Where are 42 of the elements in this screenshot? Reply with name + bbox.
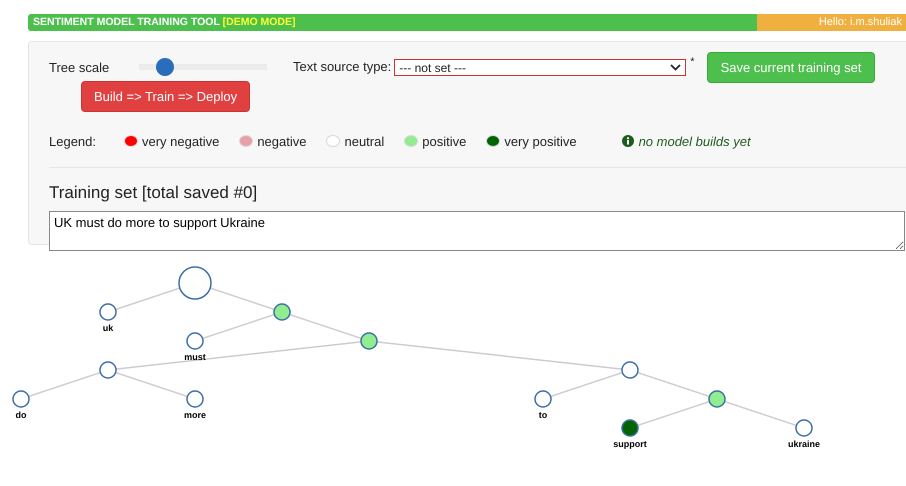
tree-node[interactable] bbox=[178, 266, 212, 300]
tree-node[interactable] bbox=[795, 419, 813, 437]
legend-text: very negative bbox=[142, 134, 220, 148]
legend-text: very positive bbox=[504, 134, 577, 148]
training-set-title: Training set [total saved #0] bbox=[49, 183, 258, 203]
tree-node[interactable] bbox=[534, 390, 552, 408]
node-label: do bbox=[16, 410, 26, 420]
text-source-label: Text source type: bbox=[293, 59, 392, 74]
tree-node[interactable] bbox=[186, 332, 204, 350]
model-status: no model builds yet bbox=[638, 134, 751, 148]
build-train-deploy-button[interactable]: Build => Train => Deploy bbox=[81, 81, 250, 112]
node-label: to bbox=[538, 410, 548, 420]
legend-text: positive bbox=[422, 134, 466, 148]
tree-edge bbox=[210, 287, 275, 310]
tree-node[interactable] bbox=[360, 332, 378, 350]
node-label: must bbox=[184, 352, 206, 362]
tree-node[interactable] bbox=[621, 361, 639, 379]
tree-node[interactable] bbox=[621, 419, 639, 437]
tree-node[interactable] bbox=[273, 303, 291, 321]
node-label: more bbox=[184, 410, 206, 420]
required-mark: * bbox=[690, 56, 695, 68]
training-text-field[interactable]: UK must do more to support Ukraine bbox=[49, 211, 905, 251]
greeting: Hello: i.m.shuliak bbox=[818, 16, 902, 28]
legend-label: Legend: bbox=[49, 134, 96, 148]
tree-node[interactable] bbox=[186, 390, 204, 408]
tree-edge bbox=[115, 287, 180, 310]
legend-text: neutral bbox=[344, 134, 384, 148]
node-label: uk bbox=[102, 323, 114, 333]
info-icon bbox=[622, 135, 634, 147]
tree-node[interactable] bbox=[12, 390, 30, 408]
slider-thumb[interactable] bbox=[156, 58, 174, 76]
tree-node[interactable] bbox=[708, 390, 726, 408]
tree-node[interactable] bbox=[99, 303, 117, 321]
demo-mode-label: [DEMO MODE] bbox=[222, 16, 296, 28]
node-label: support bbox=[613, 439, 647, 449]
chevron-down-icon bbox=[670, 64, 682, 71]
tree-node[interactable] bbox=[99, 361, 117, 379]
legend-text: negative bbox=[257, 134, 306, 148]
text-source-select[interactable]: --- not set --- bbox=[394, 59, 686, 76]
tree-scale-label: Tree scale bbox=[49, 60, 110, 74]
app-title: SENTIMENT MODEL TRAINING TOOL bbox=[33, 16, 220, 28]
node-label: ukraine bbox=[788, 439, 820, 449]
